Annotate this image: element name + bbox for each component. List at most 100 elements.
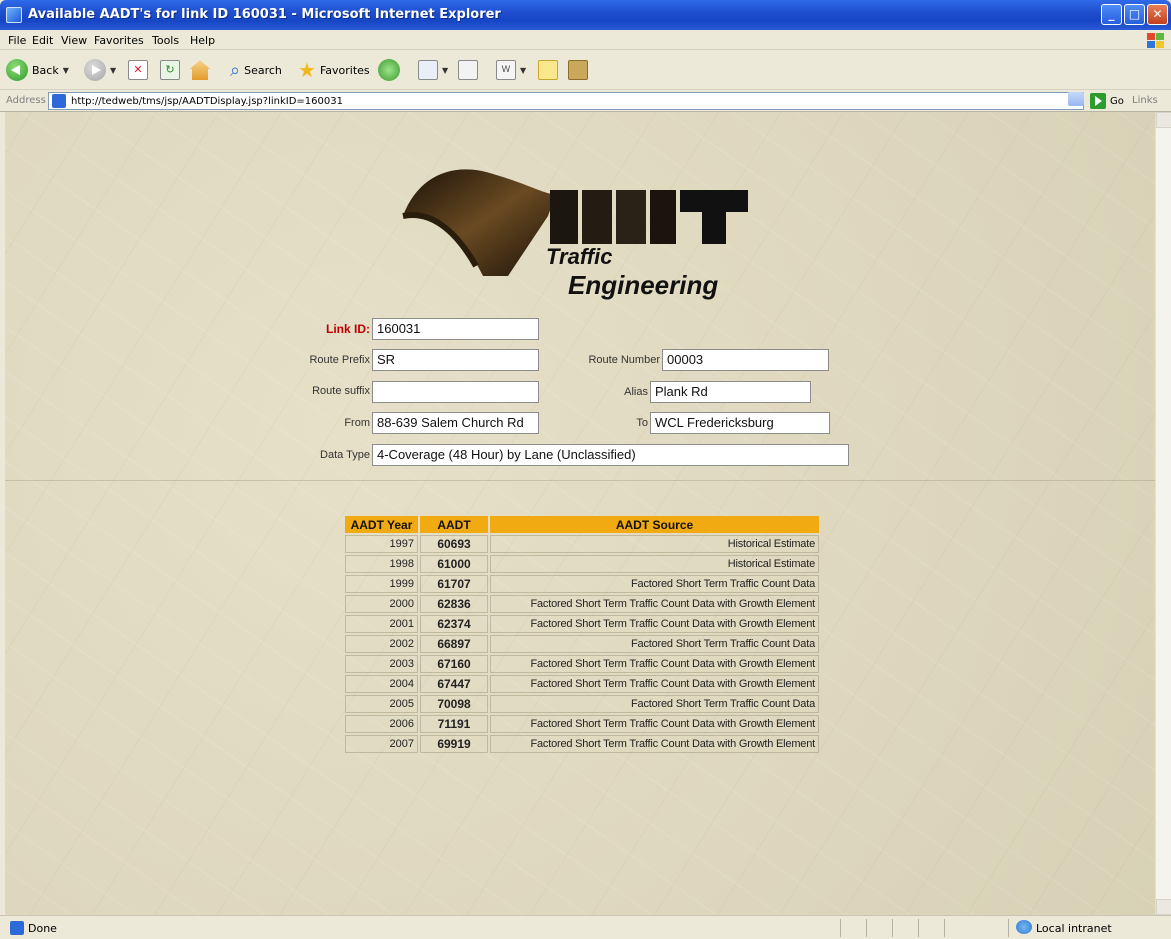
favorites-label: Favorites [319, 63, 370, 77]
search-button[interactable]: ⌕ Search [230, 58, 282, 82]
menu-bar: File Edit View Favorites Tools Help [0, 30, 1171, 50]
table-row: 2002 66897 Factored Short Term Traffic Cou… [345, 635, 819, 653]
status-divider [840, 919, 841, 937]
maximize-button[interactable]: □ [1124, 4, 1145, 25]
back-icon [6, 59, 28, 81]
cell-source: Factored Short Term Traffic Count Data w… [490, 615, 819, 633]
vertical-scrollbar[interactable] [1155, 112, 1171, 915]
menu-favorites[interactable]: Favorites [94, 34, 144, 47]
cell-aadt: 62374 [420, 615, 488, 633]
table-row: 2004 67447 Factored Short Term Traffic Cou… [345, 675, 819, 693]
link-id-field[interactable]: 160031 [372, 318, 539, 340]
cell-year: 2006 [345, 715, 418, 733]
forward-icon [84, 59, 106, 81]
close-button[interactable]: ✕ [1147, 4, 1168, 25]
folder-icon [538, 60, 558, 80]
from-field[interactable]: 88-639 Salem Church Rd [372, 412, 539, 434]
stop-icon: ✕ [128, 60, 148, 80]
status-divider [892, 919, 893, 937]
favorites-button[interactable]: ★ Favorites [298, 58, 370, 82]
cell-aadt: 67447 [420, 675, 488, 693]
to-field[interactable]: WCL Fredericksburg [650, 412, 830, 434]
chevron-down-icon: ▼ [110, 65, 117, 75]
stop-button[interactable]: ✕ [128, 58, 148, 82]
route-number-field[interactable]: 00003 [662, 349, 829, 371]
forward-button[interactable]: ▼ [84, 58, 116, 82]
links-button[interactable]: Links [1132, 95, 1158, 106]
address-label: Address [6, 95, 46, 106]
cell-source: Historical Estimate [490, 555, 819, 573]
status-divider [918, 919, 919, 937]
address-input[interactable]: http://tedweb/tms/jsp/AADTDisplay.jsp?li… [48, 92, 1084, 110]
edit-icon: W [496, 60, 516, 80]
minimize-button[interactable]: _ [1101, 4, 1122, 25]
cell-source: Factored Short Term Traffic Count Data w… [490, 655, 819, 673]
chevron-down-icon: ▼ [520, 65, 527, 75]
status-bar: Done Local intranet [0, 915, 1171, 939]
section-divider [5, 480, 1155, 481]
mail-button[interactable]: ▼ [418, 58, 448, 82]
home-button[interactable] [190, 58, 210, 82]
windows-logo-icon [1141, 31, 1167, 49]
menu-view[interactable]: View [61, 34, 87, 47]
menu-help[interactable]: Help [190, 34, 215, 47]
alias-label: Alias [624, 386, 648, 398]
home-icon [190, 60, 210, 80]
mail-icon [418, 60, 438, 80]
history-button[interactable] [378, 58, 400, 82]
print-icon [458, 60, 478, 80]
link-id-label: Link ID: [326, 322, 370, 336]
cell-year: 2003 [345, 655, 418, 673]
vdot-v-graphic [402, 169, 556, 276]
cell-year: 1997 [345, 535, 418, 553]
ie-page-icon [6, 7, 22, 23]
go-label: Go [1110, 95, 1124, 107]
menu-file[interactable]: File [8, 34, 26, 47]
history-icon [378, 59, 400, 81]
search-icon: ⌕ [230, 59, 241, 81]
cell-source: Factored Short Term Traffic Count Data w… [490, 675, 819, 693]
cell-aadt: 61707 [420, 575, 488, 593]
cell-aadt: 67160 [420, 655, 488, 673]
table-row: 1999 61707 Factored Short Term Traffic Cou… [345, 575, 819, 593]
status-divider [866, 919, 867, 937]
window-title: Available AADT's for link ID 160031 - Mi… [28, 7, 501, 22]
alias-field[interactable]: Plank Rd [650, 381, 811, 403]
menu-edit[interactable]: Edit [32, 34, 53, 47]
back-button[interactable]: Back ▼ [6, 58, 69, 82]
go-button[interactable]: Go [1090, 92, 1124, 110]
from-label: From [344, 417, 370, 429]
scroll-up-button[interactable] [1156, 112, 1171, 128]
print-button[interactable] [458, 58, 478, 82]
table-row: 2003 67160 Factored Short Term Traffic Cou… [345, 655, 819, 673]
table-row: 2001 62374 Factored Short Term Traffic Cou… [345, 615, 819, 633]
cell-source: Factored Short Term Traffic Count Data [490, 575, 819, 593]
data-type-field[interactable]: 4-Coverage (48 Hour) by Lane (Unclassifi… [372, 444, 849, 466]
cell-aadt: 61000 [420, 555, 488, 573]
address-dropdown-icon[interactable] [1068, 92, 1084, 106]
cell-year: 2004 [345, 675, 418, 693]
cell-source: Factored Short Term Traffic Count Data [490, 695, 819, 713]
refresh-button[interactable]: ↻ [160, 58, 180, 82]
chevron-down-icon: ▼ [442, 65, 449, 75]
cell-year: 2000 [345, 595, 418, 613]
cell-year: 1999 [345, 575, 418, 593]
menu-tools[interactable]: Tools [152, 34, 179, 47]
address-bar: Address http://tedweb/tms/jsp/AADTDispla… [0, 90, 1171, 112]
status-text: Done [28, 922, 57, 935]
table-row: 1998 61000 Historical Estimate [345, 555, 819, 573]
cell-aadt: 69919 [420, 735, 488, 753]
cell-source: Factored Short Term Traffic Count Data [490, 635, 819, 653]
go-arrow-icon [1090, 93, 1106, 109]
route-suffix-field[interactable] [372, 381, 539, 403]
messenger-button[interactable] [568, 58, 588, 82]
scroll-down-button[interactable] [1156, 899, 1171, 915]
edit-button[interactable]: W ▼ [496, 58, 526, 82]
ie-page-icon [10, 921, 24, 935]
aadt-table: AADT Year AADT AADT Source 1997 60693 Hist… [343, 514, 821, 755]
route-prefix-field[interactable]: SR [372, 349, 539, 371]
cell-aadt: 60693 [420, 535, 488, 553]
cell-year: 2007 [345, 735, 418, 753]
status-divider [1008, 919, 1009, 937]
discuss-button[interactable] [538, 58, 558, 82]
